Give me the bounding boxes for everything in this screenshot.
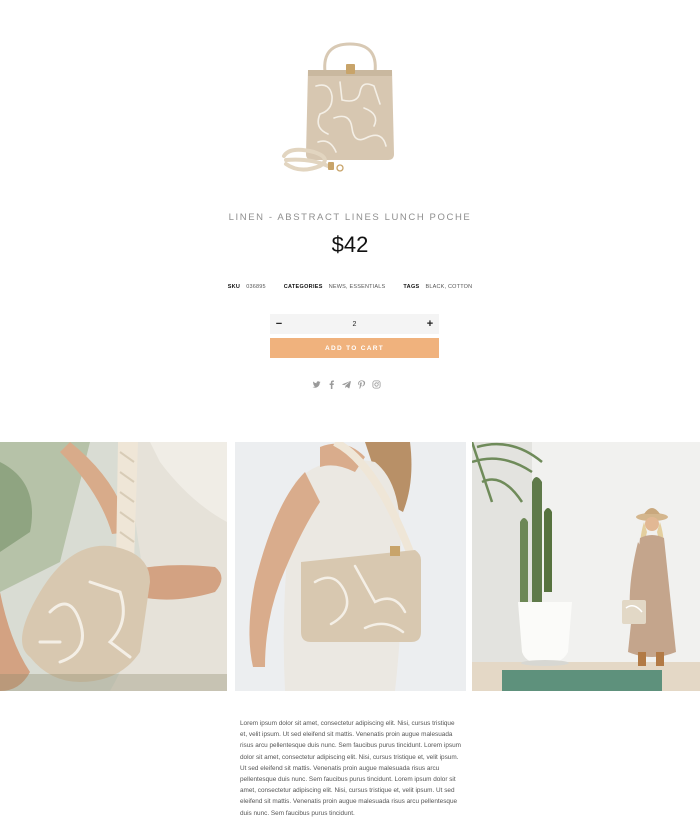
- product-price: $42: [331, 232, 369, 257]
- share-icons: [312, 379, 381, 389]
- gallery-photo-closeup[interactable]: [0, 442, 227, 691]
- categories-meta: CATEGORIES NEWS, ESSENTIALS: [284, 284, 386, 290]
- sku-meta: SKU 036895: [228, 284, 266, 290]
- tags-value[interactable]: BLACK, COTTON: [426, 284, 473, 290]
- twitter-icon[interactable]: [312, 379, 321, 389]
- gallery-photo-fullbody[interactable]: [472, 442, 700, 691]
- quantity-decrease-button[interactable]: −: [270, 314, 288, 334]
- quantity-stepper: − 2 +: [270, 314, 439, 334]
- product-description: Lorem ipsum dolor sit amet, consectetur …: [240, 720, 461, 817]
- pinterest-icon[interactable]: [357, 379, 366, 389]
- product-meta: SKU 036895 CATEGORIES NEWS, ESSENTIALS T…: [0, 284, 700, 290]
- product-main-image[interactable]: [270, 34, 430, 184]
- sku-label: SKU: [227, 284, 241, 290]
- product-title: LINEN - ABSTRACT LINES LUNCH POCHE: [228, 212, 472, 223]
- quantity-increase-button[interactable]: +: [421, 314, 439, 334]
- gallery-photo-shoulder[interactable]: [235, 442, 466, 691]
- categories-value[interactable]: NEWS, ESSENTIALS: [329, 284, 386, 290]
- facebook-icon[interactable]: [327, 379, 336, 389]
- tags-meta: TAGS BLACK, COTTON: [403, 284, 472, 290]
- quantity-value[interactable]: 2: [353, 321, 357, 328]
- telegram-icon[interactable]: [342, 379, 351, 389]
- product-page: LINEN - ABSTRACT LINES LUNCH POCHE $42 S…: [0, 0, 700, 840]
- categories-label: CATEGORIES: [283, 284, 323, 290]
- sku-value: 036895: [246, 284, 266, 290]
- instagram-icon[interactable]: [372, 379, 381, 389]
- add-to-cart-button[interactable]: ADD TO CART: [270, 338, 439, 358]
- tags-label: TAGS: [403, 284, 420, 290]
